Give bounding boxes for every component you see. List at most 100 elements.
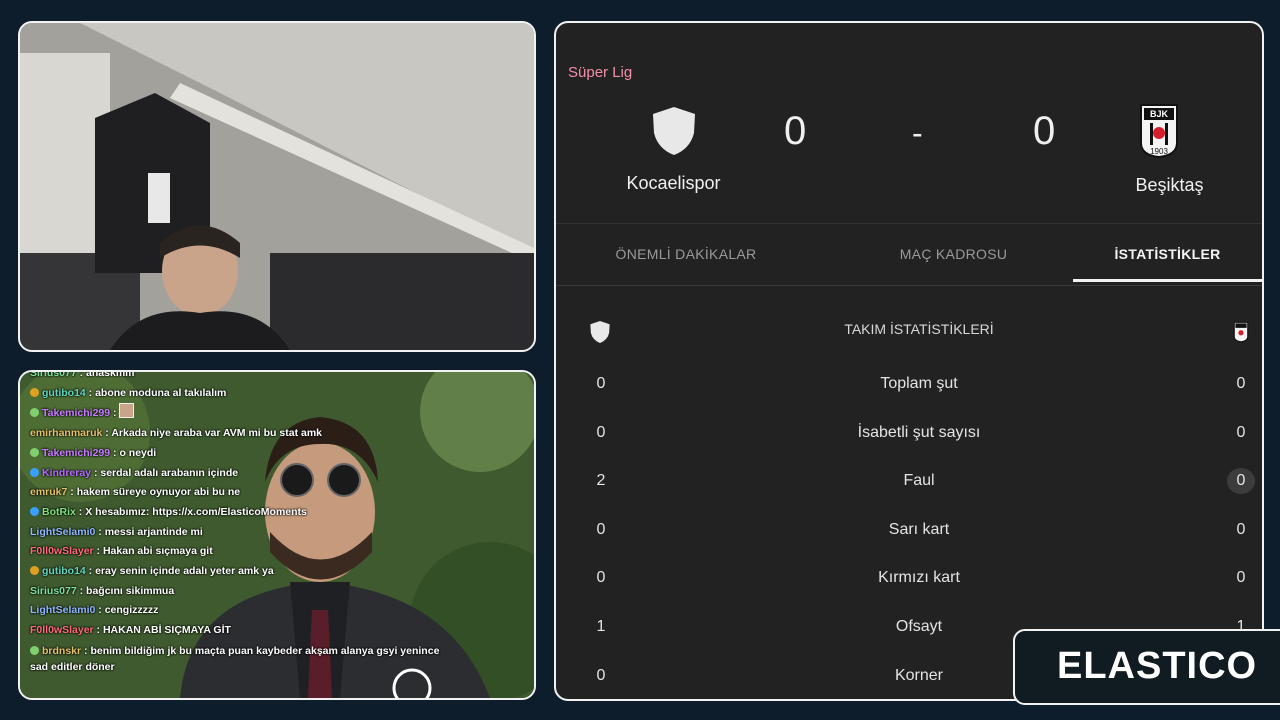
match-tabs: ÖNEMLİ DAKİKALAR MAÇ KADROSU İSTATİSTİKL… <box>556 233 1262 285</box>
chat-separator: : <box>91 466 101 479</box>
chat-message: F0ll0wSlayer : HAKAN ABİ SIÇMAYA GİT <box>30 621 450 641</box>
away-crest-bottom-text: 1903 <box>1150 147 1168 156</box>
stats-header: TAKIM İSTATİSTİKLERİ <box>556 313 1262 349</box>
stat-row: 0 Kırmızı kart 0 <box>556 565 1262 595</box>
chat-message-text: o neydi <box>119 446 157 459</box>
stat-row: 0 Sarı kart 0 <box>556 517 1262 547</box>
chat-separator: : <box>76 370 87 379</box>
tab-statistics[interactable]: İSTATİSTİKLER <box>1073 233 1262 283</box>
chat-emote-icon <box>119 403 135 419</box>
chat-message-text: hakem süreye oynuyor abi bu ne <box>76 486 241 499</box>
chat-message-text: Arkada niye araba var AVM mi bu stat amk <box>111 427 322 440</box>
stat-row: 0 İsabetli şut sayısı 0 <box>556 420 1262 450</box>
chat-username[interactable]: emirhanmaruk <box>30 427 102 439</box>
chat-separator: : <box>93 624 103 637</box>
chat-message: gutibo14 : abone moduna al takılalım <box>30 384 450 404</box>
home-team-small-crest-icon <box>590 321 610 343</box>
chat-separator: : <box>95 525 105 538</box>
chat-message: emirhanmaruk : Arkada niye araba var AVM… <box>30 424 450 444</box>
chat-message: brdnskr : benim bildiğim jk bu maçta pua… <box>30 643 450 675</box>
tab-lineup[interactable]: MAÇ KADROSU <box>856 233 1051 283</box>
chat-separator: : <box>110 407 120 420</box>
chat-message: LightSelami0 : cengizzzzz <box>30 601 450 621</box>
away-team-name: Beşiktaş <box>1135 175 1204 195</box>
away-team-crest-icon: BJK 1903 <box>1140 104 1178 159</box>
away-score: 0 <box>1033 109 1056 153</box>
away-team-small-crest-icon <box>1233 321 1249 343</box>
stat-home-value: 1 <box>596 618 606 635</box>
chat-username[interactable]: F0ll0wSlayer <box>30 545 94 557</box>
chat-message-text: serdal adalı arabanın içinde <box>100 466 239 479</box>
chat-username[interactable]: F0ll0wSlayer <box>30 624 94 636</box>
chat-separator: : <box>93 545 103 558</box>
stat-label: Toplam şut <box>880 375 958 392</box>
chat-username[interactable]: Takemichi299 <box>42 447 110 459</box>
stat-row: 2 Faul 0 <box>556 468 1262 498</box>
chat-username[interactable]: emruk7 <box>30 486 67 498</box>
stat-label: İsabetli şut sayısı <box>857 423 981 441</box>
chat-badge-icon <box>30 447 39 457</box>
stat-away-value: 0 <box>1236 569 1246 587</box>
chat-message: Sirius077 : anaskmm <box>30 370 450 384</box>
chat-username[interactable]: brdnskr <box>42 645 81 657</box>
chat-username[interactable]: gutibo14 <box>42 565 86 577</box>
chat-message: Sirius077 : bağcını sikimmua <box>30 582 450 602</box>
stat-away-value: 0 <box>1227 468 1255 495</box>
chat-message-text: bağcını sikimmua <box>86 584 175 597</box>
chat-badge-icon <box>30 645 39 655</box>
chat-separator: : <box>67 486 77 499</box>
chat-username[interactable]: LightSelami0 <box>30 526 95 538</box>
chat-separator: : <box>85 386 96 399</box>
chat-username[interactable]: gutibo14 <box>42 387 86 399</box>
chat-username[interactable]: Kindreray <box>42 467 91 479</box>
chat-username[interactable]: LightSelami0 <box>30 604 95 616</box>
channel-logo: ELASTICO <box>1013 629 1280 705</box>
chat-separator: : <box>102 427 112 440</box>
chat-message: F0ll0wSlayer : Hakan abi sıçmaya git <box>30 542 450 562</box>
chat-separator: : <box>75 505 86 518</box>
chat-separator: : <box>76 584 87 597</box>
chat-username[interactable]: BotRix <box>42 506 76 518</box>
header-divider <box>556 223 1262 224</box>
chat-message: BotRix : X hesabımız: https://x.com/Elas… <box>30 503 450 523</box>
chat-separator: : <box>95 604 105 617</box>
chat-badge-icon <box>30 467 39 477</box>
chat-username[interactable]: Takemichi299 <box>42 407 110 419</box>
chat-message-text: messi arjantinde mi <box>104 525 203 538</box>
chat-message-text: eray senin içinde adalı yeter amk ya <box>95 565 274 578</box>
chat-badge-icon <box>30 506 39 516</box>
chat-badge-icon <box>30 408 39 418</box>
chat-username[interactable]: Sirius077 <box>30 372 77 379</box>
chat-separator: : <box>85 565 96 578</box>
webcam-feed <box>18 21 536 352</box>
score-separator: - <box>912 115 923 151</box>
tabs-divider <box>556 285 1262 286</box>
chat-message: gutibo14 : eray senin içinde adalı yeter… <box>30 562 450 582</box>
chat-message-text: benim bildiğim jk bu maçta puan kaybeder… <box>30 644 440 673</box>
chat-message-text: X hesabımız: https://x.com/ElasticoMomen… <box>85 505 307 518</box>
chat-message-text: anaskmm <box>86 370 135 379</box>
stat-home-value: 0 <box>596 520 606 538</box>
chat-message-text: HAKAN ABİ SIÇMAYA GİT <box>102 624 231 637</box>
stat-label: Faul <box>903 472 935 490</box>
stat-row: 0 Toplam şut 0 <box>556 371 1262 401</box>
match-panel: Süper Lig Kocaelispor 0 - 0 BJK 1903 Beş… <box>554 21 1264 701</box>
league-name: Süper Lig <box>568 64 633 81</box>
chat-message: Kindreray : serdal adalı arabanın içinde <box>30 464 450 484</box>
stat-label: Sarı kart <box>888 520 950 538</box>
tab-key-moments[interactable]: ÖNEMLİ DAKİKALAR <box>556 233 816 283</box>
chat-message-text: Hakan abi sıçmaya git <box>102 545 213 558</box>
chat-username[interactable]: Sirius077 <box>30 585 77 597</box>
home-team-name: Kocaelispor <box>626 173 721 193</box>
away-crest-top-text: BJK <box>1150 109 1169 119</box>
home-team-crest-icon <box>653 107 695 155</box>
stat-label: Kırmızı kart <box>878 569 960 587</box>
chat-message-text: cengizzzzz <box>104 604 159 617</box>
stat-home-value: 2 <box>596 472 606 490</box>
chat-overlay: Sirius077 : anaskmm gutibo14 : abone modu… <box>18 370 536 700</box>
active-tab-indicator <box>1073 279 1262 282</box>
chat-message: Takemichi299 : o neydi <box>30 444 450 464</box>
chat-badge-icon <box>30 387 39 397</box>
logo-text: ELASTICO <box>1057 645 1258 687</box>
stat-home-value: 0 <box>596 666 606 684</box>
